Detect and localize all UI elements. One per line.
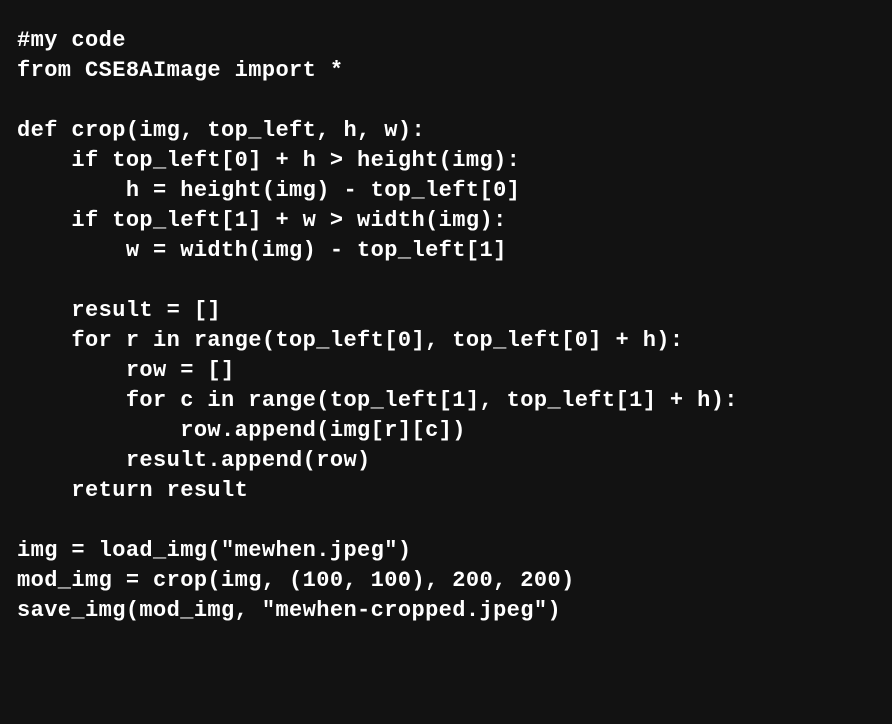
code-line-crop-call: mod_img = crop(img, (100, 100), 200, 200… xyxy=(17,568,575,593)
code-line-assign-h: h = height(img) - top_left[0] xyxy=(17,178,521,203)
code-line-if-height: if top_left[0] + h > height(img): xyxy=(17,148,521,173)
code-line-for-r: for r in range(top_left[0], top_left[0] … xyxy=(17,328,684,353)
code-view: #my code from CSE8AImage import * def cr… xyxy=(17,26,877,706)
code-line-if-width: if top_left[1] + w > width(img): xyxy=(17,208,507,233)
code-line-assign-w: w = width(img) - top_left[1] xyxy=(17,238,507,263)
code-line-row-init: row = [] xyxy=(17,358,235,383)
code-line-row-append: row.append(img[r][c]) xyxy=(17,418,466,443)
code-line-import: from CSE8AImage import * xyxy=(17,58,344,83)
code-line-result-append: result.append(row) xyxy=(17,448,371,473)
code-line-save-img: save_img(mod_img, "mewhen-cropped.jpeg") xyxy=(17,598,562,623)
code-line-def-crop: def crop(img, top_left, h, w): xyxy=(17,118,426,143)
code-line-comment: #my code xyxy=(17,28,126,53)
code-line-return: return result xyxy=(17,478,249,503)
code-line-result-init: result = [] xyxy=(17,298,222,323)
code-line-load-img: img = load_img("mewhen.jpeg") xyxy=(17,538,412,563)
code-line-for-c: for c in range(top_left[1], top_left[1] … xyxy=(17,388,738,413)
